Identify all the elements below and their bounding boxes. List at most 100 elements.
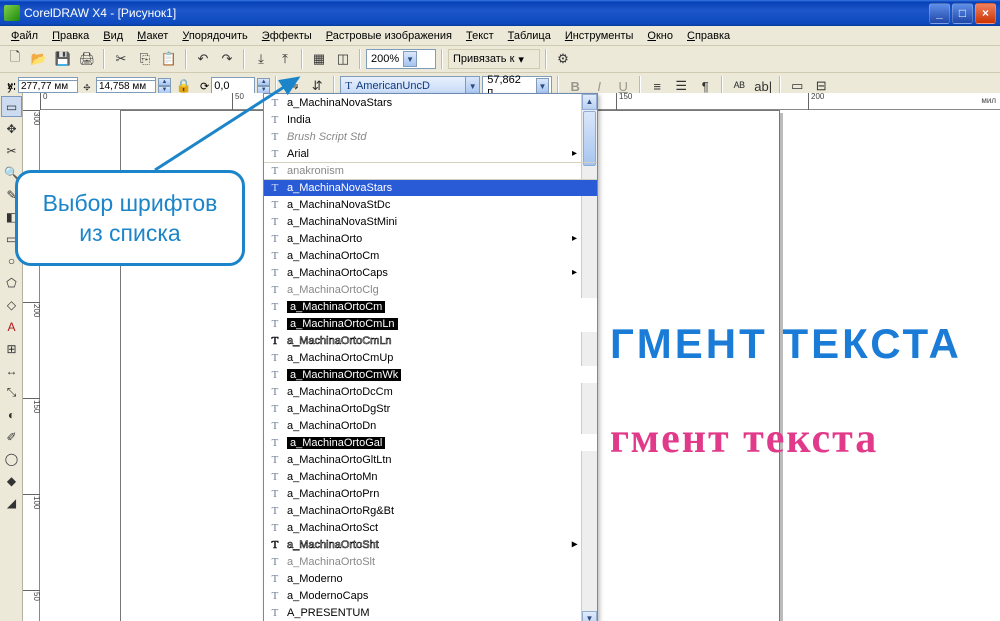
close-button[interactable]: × (975, 3, 996, 24)
zoom-combo[interactable]: 200% ▼ (366, 49, 436, 69)
font-item-label: Brush Script Std (287, 131, 366, 143)
font-item[interactable]: Ƭa_MachinaOrtoDn (264, 417, 597, 434)
font-item[interactable]: Ƭa_MachinaOrtoSct (264, 519, 597, 536)
dropdown-arrow-icon[interactable]: ▼ (536, 78, 550, 94)
print-icon[interactable]: 🖨 (76, 48, 98, 70)
shape-tool[interactable]: ✥ (1, 118, 22, 139)
callout-line2: из списка (28, 218, 232, 248)
font-item[interactable]: Ƭa_MachinaOrtoCaps▸ (264, 264, 597, 281)
font-item[interactable]: Ƭa_MachinaOrtoGal (264, 434, 597, 451)
options-icon[interactable]: ⚙ (552, 48, 574, 70)
maximize-button[interactable]: □ (952, 3, 973, 24)
minimize-button[interactable]: _ (929, 3, 950, 24)
new-icon[interactable]: 🗋 (4, 48, 26, 70)
dimension-tool[interactable]: ↔ (1, 360, 22, 381)
font-item[interactable]: Ƭa_MachinaNovaStMini (264, 213, 597, 230)
eyedropper-tool[interactable]: ✐ (1, 426, 22, 447)
font-item[interactable]: Ƭa_MachinaOrtoGltLtn (264, 451, 597, 468)
menu-справка[interactable]: Справка (680, 28, 737, 44)
font-item[interactable]: Ƭa_MachinaOrtoCm (264, 247, 597, 264)
font-item[interactable]: Ƭa_MachinaOrtoMn (264, 468, 597, 485)
truetype-icon: Ƭ (268, 114, 282, 126)
connector-tool[interactable]: ⤡ (1, 382, 22, 403)
menu-макет[interactable]: Макет (130, 28, 175, 44)
redo-icon[interactable]: ↷ (216, 48, 238, 70)
truetype-icon: Ƭ (268, 590, 282, 602)
font-item[interactable]: Ƭa_MachinaOrtoSht▸ (264, 536, 597, 553)
font-item[interactable]: ƬArial▸ (264, 145, 597, 162)
polygon-tool[interactable]: ⬠ (1, 272, 22, 293)
font-item[interactable]: ƬBrush Script Std (264, 128, 597, 145)
copy-icon[interactable]: ⎘ (134, 48, 156, 70)
font-item[interactable]: Ƭanakronism (264, 162, 597, 179)
pick-tool[interactable]: ▭ (1, 96, 22, 117)
app-launcher-icon[interactable]: ▦ (308, 48, 330, 70)
y-input[interactable] (18, 80, 78, 93)
menu-правка[interactable]: Правка (45, 28, 96, 44)
font-item[interactable]: Ƭa_MachinaOrtoCmUp (264, 349, 597, 366)
font-item[interactable]: Ƭa_MachinaOrtoCm (264, 298, 597, 315)
undo-icon[interactable]: ↶ (192, 48, 214, 70)
fill-tool[interactable]: ◆ (1, 470, 22, 491)
export-icon[interactable]: ⤒ (274, 48, 296, 70)
effects-tool[interactable]: ◐ (1, 404, 22, 425)
font-item[interactable]: Ƭa_MachinaOrto▸ (264, 230, 597, 247)
crop-tool[interactable]: ✂ (1, 140, 22, 161)
font-item[interactable]: ƬIndia (264, 111, 597, 128)
text-tool[interactable]: A (1, 316, 22, 337)
font-item[interactable]: Ƭa_ModernoCaps (264, 587, 597, 604)
menu-вид[interactable]: Вид (96, 28, 130, 44)
truetype-icon: Ƭ (268, 522, 282, 534)
paste-icon[interactable]: 📋 (158, 48, 180, 70)
menu-эффекты[interactable]: Эффекты (255, 28, 319, 44)
truetype-icon: Ƭ (268, 352, 282, 364)
app-icon (4, 5, 20, 21)
separator (103, 49, 105, 69)
truetype-icon: Ƭ (268, 556, 282, 568)
h-input[interactable] (96, 80, 156, 93)
font-item[interactable]: Ƭa_MachinaOrtoRg&Bt (264, 502, 597, 519)
open-icon[interactable]: 📂 (28, 48, 50, 70)
font-item[interactable]: Ƭa_MachinaOrtoDgStr (264, 400, 597, 417)
outline-tool[interactable]: ◯ (1, 448, 22, 469)
menu-файл[interactable]: Файл (4, 28, 45, 44)
dropdown-arrow-icon[interactable]: ▼ (403, 51, 417, 67)
font-item[interactable]: Ƭa_MachinaOrtoDcCm (264, 383, 597, 400)
table-tool[interactable]: ⊞ (1, 338, 22, 359)
callout-line1: Выбор шрифтов (28, 188, 232, 218)
spinner[interactable]: ▲▼ (158, 78, 171, 94)
font-item[interactable]: ƬA_PRESENTUM (264, 604, 597, 621)
submenu-arrow-icon: ▸ (572, 233, 577, 244)
spinner[interactable]: ▲▼ (257, 78, 270, 94)
font-item[interactable]: Ƭa_MachinaNovaStDc (264, 196, 597, 213)
import-icon[interactable]: ⤓ (250, 48, 272, 70)
welcome-icon[interactable]: ◫ (332, 48, 354, 70)
font-item[interactable]: Ƭa_MachinaOrtoSlt (264, 553, 597, 570)
separator (545, 49, 547, 69)
font-item[interactable]: Ƭa_MachinaOrtoCmLn (264, 315, 597, 332)
menu-инструменты[interactable]: Инструменты (558, 28, 641, 44)
menu-окно[interactable]: Окно (640, 28, 680, 44)
font-item[interactable]: Ƭa_MachinaOrtoCmWk (264, 366, 597, 383)
font-item[interactable]: Ƭa_Moderno (264, 570, 597, 587)
font-item[interactable]: Ƭa_MachinaOrtoClg (264, 281, 597, 298)
menu-текст[interactable]: Текст (459, 28, 501, 44)
font-item-label: A_PRESENTUM (287, 607, 370, 619)
interactive-fill-tool[interactable]: ◢ (1, 492, 22, 513)
menu-bar: ФайлПравкаВидМакетУпорядочитьЭффектыРаст… (0, 26, 1000, 46)
snap-combo[interactable]: Привязать к ▾ (448, 49, 540, 69)
font-item[interactable]: Ƭa_MachinaOrtoPrn (264, 485, 597, 502)
font-dropdown[interactable]: ▲ ▼ Ƭa_MachinaNovaStarsƬIndiaƬBrush Scri… (263, 93, 598, 621)
font-item[interactable]: Ƭa_MachinaNovaStars (264, 94, 597, 111)
menu-таблица[interactable]: Таблица (501, 28, 558, 44)
menu-упорядочить[interactable]: Упорядочить (175, 28, 254, 44)
menu-растровые изображения[interactable]: Растровые изображения (319, 28, 459, 44)
truetype-icon: Ƭ (268, 148, 282, 160)
font-item[interactable]: Ƭa_MachinaNovaStars (264, 179, 597, 196)
submenu-arrow-icon: ▸ (572, 148, 577, 159)
basic-shapes-tool[interactable]: ◇ (1, 294, 22, 315)
cut-icon[interactable]: ✂ (110, 48, 132, 70)
font-item[interactable]: Ƭa_MachinaOrtoCmLn (264, 332, 597, 349)
font-item-label: a_MachinaOrtoDcCm (287, 386, 393, 398)
save-icon[interactable]: 💾 (52, 48, 74, 70)
